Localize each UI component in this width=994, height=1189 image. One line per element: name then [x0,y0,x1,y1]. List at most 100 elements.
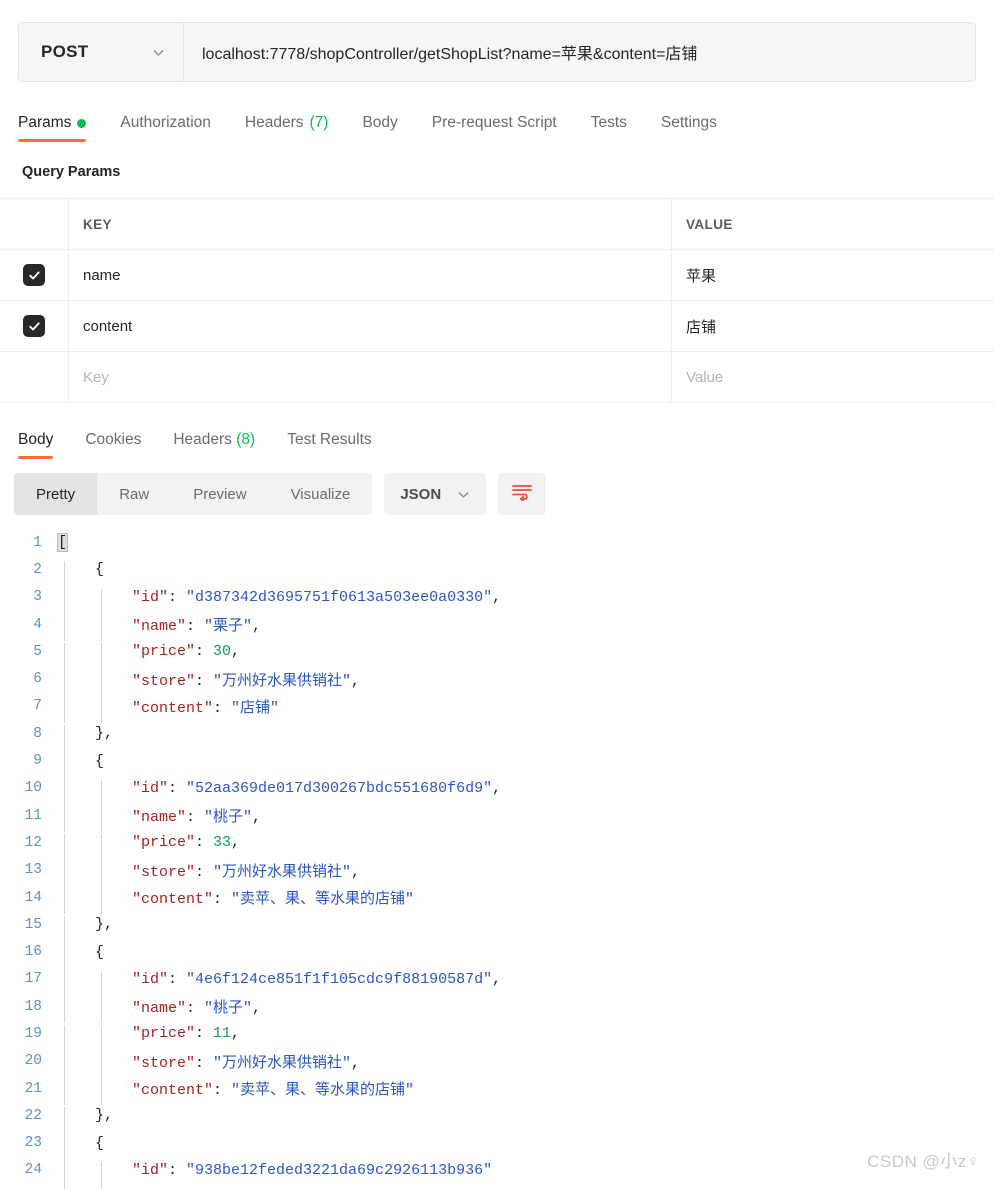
line-number: 14 [24,889,42,906]
view-mode-raw[interactable]: Raw [97,473,171,515]
table-row: name 苹果 [0,250,994,301]
code-line: 7 "content": "店铺" [0,693,994,724]
line-content: { [56,1134,994,1162]
tab-headers-label: Headers [244,114,304,131]
code-line: 11 "name": "桃子", [0,802,994,833]
view-mode-visualize[interactable]: Visualize [269,473,373,515]
response-tab-cookies[interactable]: Cookies [85,431,141,459]
tab-params[interactable]: Params [18,114,87,142]
param-enabled-checkbox[interactable] [23,264,45,286]
line-content: "id": "d387342d3695751f0613a503ee0a0330"… [56,588,994,617]
code-token: { [95,1134,105,1152]
new-param-key-input[interactable]: Key [69,352,672,402]
indent-guide [64,1107,65,1135]
new-param-value-input[interactable]: Value [672,352,994,402]
code-token: : [186,618,205,636]
param-value-input[interactable]: 店铺 [672,301,994,351]
code-line: 6 "store": "万州好水果供销社", [0,665,994,696]
response-tab-headers-count: (8) [236,431,256,448]
line-number: 23 [24,1135,42,1152]
code-token: : [195,643,214,661]
line-content: }, [56,1107,994,1135]
param-key-input[interactable]: content [69,301,672,351]
code-token: 30 [213,643,232,661]
code-line: 1[ [0,529,994,556]
request-tabs: Params Authorization Headers (7) Body Pr… [18,108,994,142]
indent-guide [64,614,65,642]
code-token: "万州好水果供销社" [213,1054,352,1072]
view-mode-pretty[interactable]: Pretty [14,473,98,515]
column-header-value: VALUE [686,216,733,232]
indent-guide [64,996,65,1024]
line-content: { [56,561,994,589]
query-params-table: KEY VALUE name 苹果 content 店铺 Key Value [0,198,994,403]
code-token: , [231,643,241,661]
code-token: , [231,834,241,852]
indent-guide [64,643,65,671]
tab-tests[interactable]: Tests [591,114,627,142]
line-number: 2 [33,561,42,578]
response-format-label: JSON [400,485,442,503]
tab-body[interactable]: Body [362,114,397,142]
indent-guide [64,668,65,696]
line-number: 18 [24,998,42,1015]
param-enabled-checkbox[interactable] [23,315,45,337]
code-token: "桃子" [204,809,253,827]
tab-pre-request-script[interactable]: Pre-request Script [432,114,557,142]
code-token: "id" [132,970,169,988]
response-body-code[interactable]: 1[2{3 "id": "d387342d3695751f0613a503ee0a… [0,529,994,1189]
response-view-toolbar: Pretty Raw Preview Visualize JSON [14,473,994,515]
request-url-input[interactable]: localhost:7778/shopController/getShopLis… [184,23,975,81]
param-key-input[interactable]: name [69,250,672,300]
response-tab-headers[interactable]: Headers (8) [173,431,255,459]
tab-headers[interactable]: Headers (7) [245,114,329,142]
param-value-input[interactable]: 苹果 [672,250,994,300]
wrap-lines-button[interactable] [498,473,547,515]
table-row: content 店铺 [0,301,994,352]
code-line: 21 "content": "卖苹、果、等水果的店铺" [0,1075,994,1106]
line-content: { [56,752,994,780]
response-format-select[interactable]: JSON [384,473,487,515]
code-token: "store" [132,863,196,881]
tab-authorization[interactable]: Authorization [120,114,210,142]
line-content: "id": "52aa369de017d300267bdc551680f6d9"… [56,779,994,808]
indent-guide [64,779,65,808]
line-number: 6 [33,671,42,688]
indent-guide [64,943,65,971]
response-tab-test-results[interactable]: Test Results [287,431,371,459]
indent-guide [101,668,102,696]
row-checkbox-cell [0,250,69,300]
line-content: "id": "4e6f124ce851f1f105cdc9f88190587d"… [56,970,994,999]
code-token: "name" [132,618,187,636]
code-line: 15}, [0,911,994,944]
code-line: 2{ [0,556,994,589]
tab-settings[interactable]: Settings [661,114,717,142]
code-token: "id" [132,779,169,797]
line-number: 12 [24,834,42,851]
response-tab-body[interactable]: Body [18,431,54,459]
indent-guide [101,614,102,642]
line-number: 13 [24,862,42,879]
indent-guide [101,1025,102,1053]
indent-guide [64,725,65,753]
indent-guide [101,1161,102,1189]
indent-guide [64,805,65,833]
http-method-select[interactable]: POST [19,23,184,81]
indent-guide [101,588,102,617]
chevron-down-icon [152,46,165,59]
indent-guide [64,1134,65,1162]
indent-guide [101,1078,102,1106]
code-token: { [95,561,105,579]
view-mode-preview[interactable]: Preview [171,473,268,515]
line-content: "id": "938be12feded3221da69c2926113b936" [56,1161,994,1189]
code-token: "卖苹、果、等水果的店铺" [231,1082,415,1100]
tab-tests-label: Tests [590,114,627,131]
code-token: "id" [132,1161,169,1179]
line-content: "store": "万州好水果供销社", [56,1050,994,1079]
indent-guide [64,1161,65,1189]
tab-headers-count: (7) [309,114,329,131]
response-view-mode-group: Pretty Raw Preview Visualize [14,473,373,515]
code-token: } [95,916,105,934]
code-line: 9{ [0,747,994,780]
code-line: 19 "price": 11, [0,1020,994,1053]
